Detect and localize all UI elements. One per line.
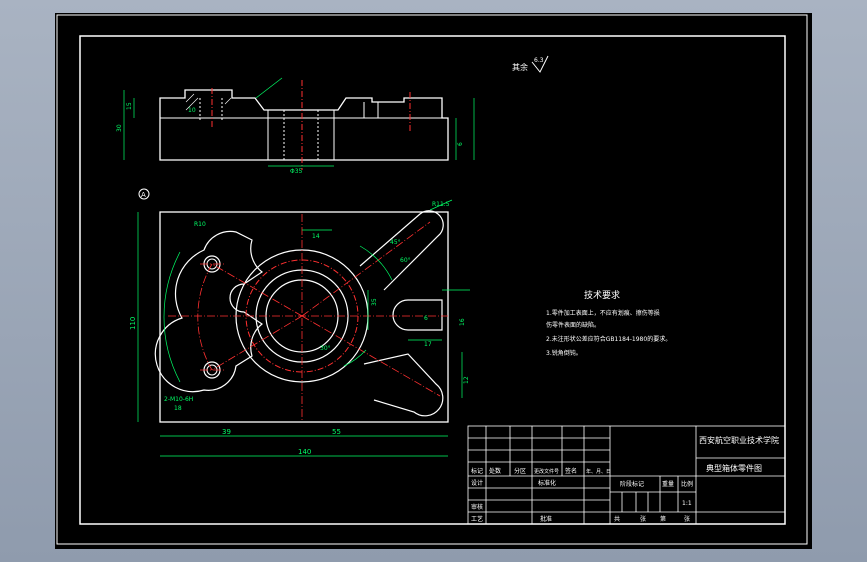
tb-part-name: 典型箱体零件图 bbox=[706, 463, 762, 473]
tb-weight: 重量 bbox=[662, 480, 674, 488]
tb-sheet-unit: 张 bbox=[640, 515, 646, 523]
dim-12: 12 bbox=[463, 376, 470, 384]
tb-label-doc: 更改文件号 bbox=[534, 468, 559, 475]
tb-label-date: 年、月、日 bbox=[586, 468, 611, 475]
dim-6: 6 bbox=[424, 315, 428, 322]
section-marker: A bbox=[141, 191, 146, 199]
dim-35: 35 bbox=[371, 298, 378, 306]
tb-standard: 标准化 bbox=[538, 479, 556, 487]
tb-scale-value: 1:1 bbox=[682, 500, 692, 507]
tb-review: 审核 bbox=[471, 503, 483, 511]
tb-label-mark: 标记 bbox=[471, 467, 483, 475]
dim-offset-39: 39 bbox=[222, 428, 231, 436]
dim-angle-60: 60° bbox=[400, 257, 411, 264]
tech-note-3: 2.未注形状公差应符合GB1184-1980的要求。 bbox=[546, 335, 671, 343]
dim-angle-30: 30° bbox=[320, 345, 331, 352]
tb-sheet-no: 第 bbox=[660, 515, 666, 523]
tb-process: 工艺 bbox=[471, 515, 483, 523]
tb-label-zone: 分区 bbox=[514, 467, 526, 475]
dim-14: 14 bbox=[312, 233, 320, 240]
tb-label-count: 处数 bbox=[489, 467, 501, 475]
tb-approve: 批准 bbox=[540, 515, 552, 523]
tb-stage: 阶段标记 bbox=[620, 480, 644, 488]
tech-note-2: 伤零件表面的缺陷。 bbox=[546, 321, 600, 329]
tb-design: 设计 bbox=[471, 479, 483, 487]
roughness-value: 6.3 bbox=[534, 57, 544, 64]
tech-note-4: 3.锐角倒钝。 bbox=[546, 349, 582, 357]
tb-scale: 比例 bbox=[681, 480, 693, 488]
top-dim-4: 6 bbox=[457, 142, 464, 146]
top-dim-3: 10 bbox=[188, 107, 196, 114]
tb-school: 西安航空职业技术学院 bbox=[699, 435, 779, 445]
top-dim-1: 15 bbox=[126, 102, 133, 110]
tech-note-1: 1.零件加工表面上，不应有划痕、擦伤等损 bbox=[546, 309, 660, 317]
roughness-label: 其余 bbox=[512, 62, 528, 72]
dim-r11: R11.5 bbox=[432, 201, 450, 208]
dim-r10: R10 bbox=[194, 221, 206, 228]
dim-holes: 2-M10-6H bbox=[164, 396, 193, 403]
dim-17: 17 bbox=[424, 341, 432, 348]
tb-sheet-unit2: 张 bbox=[684, 515, 690, 523]
dim-height-left: 110 bbox=[129, 317, 137, 330]
tb-sheet-total: 共 bbox=[614, 515, 620, 523]
dim-holes-depth: 18 bbox=[174, 405, 182, 412]
top-dim-phi: Φ35 bbox=[290, 168, 303, 175]
dim-angle-45: 45° bbox=[390, 239, 401, 246]
dim-offset-55: 55 bbox=[332, 428, 341, 436]
tech-title: 技术要求 bbox=[584, 289, 620, 301]
cad-drawing-sheet: 其余 6.3 15 30 10 6 Φ35 A 140 39 55 110 R1… bbox=[55, 13, 812, 549]
dim-overall-width: 140 bbox=[298, 448, 311, 456]
tb-label-sign: 签名 bbox=[565, 467, 577, 475]
top-dim-2: 30 bbox=[116, 124, 123, 132]
dim-16: 16 bbox=[459, 318, 466, 326]
